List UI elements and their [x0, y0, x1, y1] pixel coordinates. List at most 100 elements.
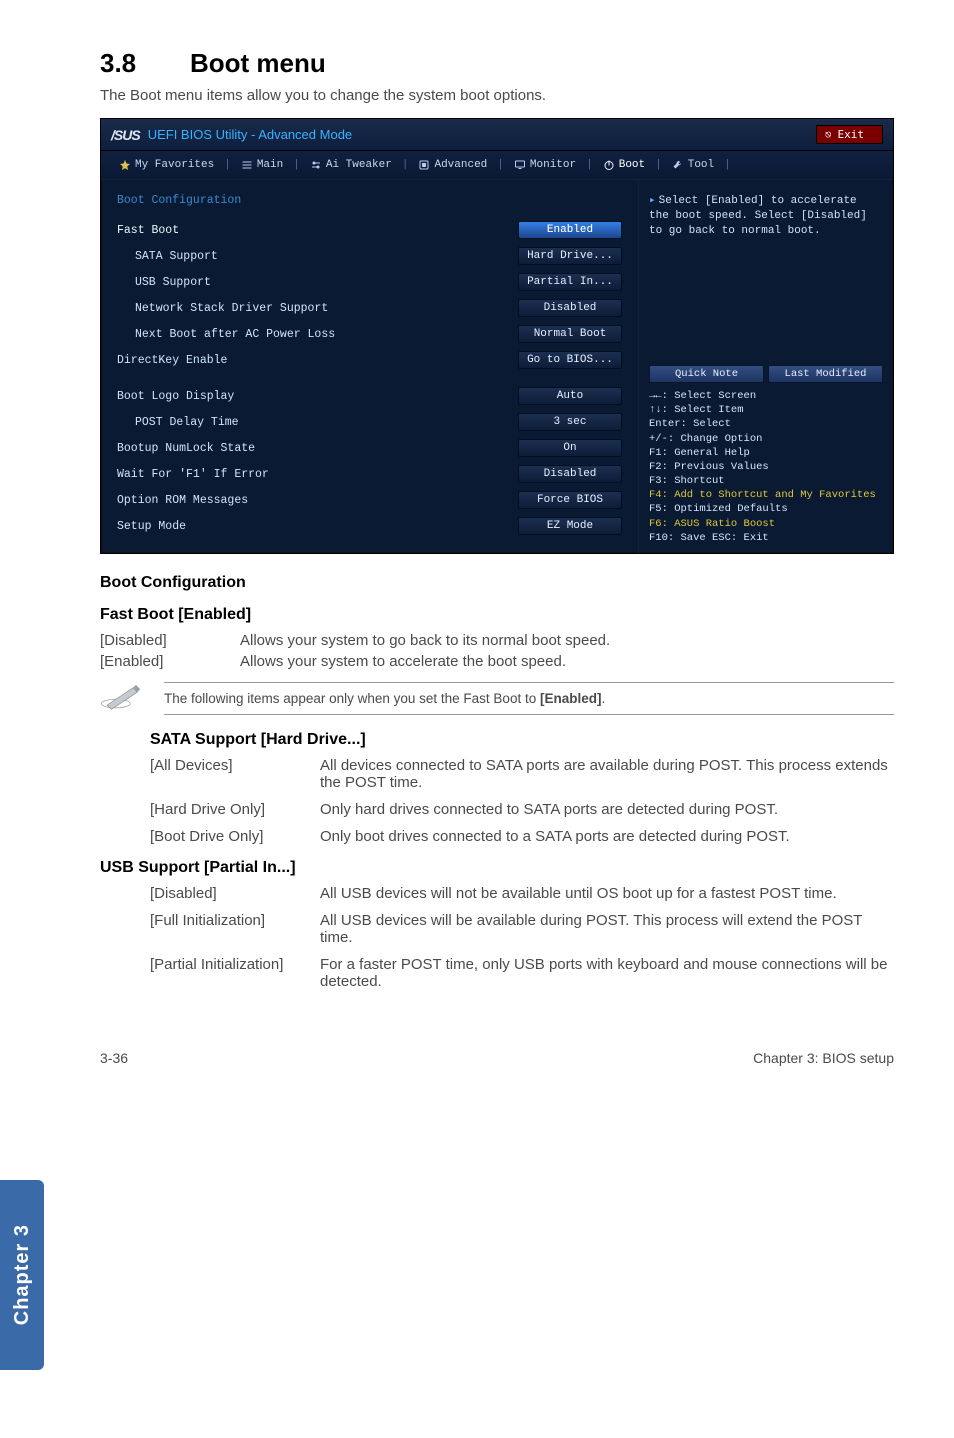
row-label: Setup Mode [117, 520, 186, 533]
tab-tool[interactable]: Tool [666, 157, 720, 173]
row-usb-support[interactable]: USB Support Partial In... [117, 269, 622, 295]
row-directkey[interactable]: DirectKey Enable Go to BIOS... [117, 347, 622, 373]
usb-partial-line: [Partial Initialization] For a faster PO… [150, 956, 894, 990]
option-key: [All Devices] [150, 757, 320, 791]
tool-icon [672, 159, 684, 171]
row-fast-boot[interactable]: Fast Boot Enabled [117, 217, 622, 243]
row-next-boot[interactable]: Next Boot after AC Power Loss Normal Boo… [117, 321, 622, 347]
note-text-part: The following items appear only when you… [164, 691, 540, 706]
fast-boot-heading: Fast Boot [Enabled] [100, 606, 894, 624]
advanced-icon [418, 159, 430, 171]
note-pencil-icon [100, 682, 146, 714]
option-desc: Allows your system to go back to its nor… [240, 632, 610, 649]
row-wait-f1[interactable]: Wait For 'F1' If Error Disabled [117, 461, 622, 487]
bios-titlebar: /SUS UEFI BIOS Utility - Advanced Mode ⎋… [101, 119, 893, 151]
monitor-icon [514, 159, 526, 171]
chapter-side-tab: Chapter 3 [0, 1180, 44, 1370]
tab-advanced[interactable]: Advanced [412, 157, 493, 173]
help-line: F5: Optimized Defaults [649, 502, 883, 516]
tab-label: Boot [619, 159, 645, 171]
tab-ai-tweaker[interactable]: Ai Tweaker [304, 157, 398, 173]
tab-label: Monitor [530, 159, 576, 171]
list-icon [241, 159, 253, 171]
usb-full-line: [Full Initialization] All USB devices wi… [150, 912, 894, 946]
row-value[interactable]: Partial In... [518, 273, 622, 291]
sata-hd-line: [Hard Drive Only] Only hard drives conne… [150, 801, 894, 818]
last-modified-button[interactable]: Last Modified [768, 365, 883, 383]
chapter-side-label: Chapter 3 [11, 1224, 34, 1325]
quick-note-button[interactable]: Quick Note [649, 365, 764, 383]
exit-label: Exit [838, 128, 865, 141]
row-network-stack[interactable]: Network Stack Driver Support Disabled [117, 295, 622, 321]
boot-configuration-heading: Boot Configuration [100, 574, 894, 592]
section-number: 3.8 [100, 48, 190, 79]
option-key: [Partial Initialization] [150, 956, 320, 990]
tab-monitor[interactable]: Monitor [508, 157, 582, 173]
tab-boot[interactable]: Boot [597, 157, 651, 173]
row-numlock[interactable]: Bootup NumLock State On [117, 435, 622, 461]
row-label: DirectKey Enable [117, 354, 227, 367]
note-row: The following items appear only when you… [100, 682, 894, 715]
row-value[interactable]: Normal Boot [518, 325, 622, 343]
row-option-rom[interactable]: Option ROM Messages Force BIOS [117, 487, 622, 513]
tab-label: Ai Tweaker [326, 159, 392, 171]
fb-disabled-line: [Disabled] Allows your system to go back… [100, 632, 894, 649]
option-key: [Disabled] [150, 885, 320, 902]
row-value[interactable]: Hard Drive... [518, 247, 622, 265]
sata-support-heading: SATA Support [Hard Drive...] [150, 731, 894, 749]
bios-title-group: /SUS UEFI BIOS Utility - Advanced Mode [111, 127, 352, 143]
bios-tabs: My Favorites | Main | Ai Tweaker | Advan… [101, 151, 893, 180]
help-line: F10: Save ESC: Exit [649, 531, 883, 545]
row-sata-support[interactable]: SATA Support Hard Drive... [117, 243, 622, 269]
row-setup-mode[interactable]: Setup Mode EZ Mode [117, 513, 622, 539]
help-line: F6: ASUS Ratio Boost [649, 517, 883, 531]
bios-utility-title: UEFI BIOS Utility - Advanced Mode [148, 127, 352, 142]
group-title: Boot Configuration [117, 194, 622, 207]
section-heading: 3.8Boot menu [100, 48, 894, 79]
row-label: POST Delay Time [135, 416, 239, 429]
bullet-icon: ▸ [649, 195, 656, 207]
row-post-delay[interactable]: POST Delay Time 3 sec [117, 409, 622, 435]
row-value[interactable]: On [518, 439, 622, 457]
help-line: F1: General Help [649, 446, 883, 460]
bios-screenshot: /SUS UEFI BIOS Utility - Advanced Mode ⎋… [100, 118, 894, 554]
help-line: F2: Previous Values [649, 460, 883, 474]
row-value[interactable]: Disabled [518, 465, 622, 483]
row-label: USB Support [135, 276, 211, 289]
help-line: Enter: Select [649, 417, 883, 431]
option-key: [Enabled] [100, 653, 240, 670]
help-line: →←: Select Screen [649, 389, 883, 403]
row-boot-logo[interactable]: Boot Logo Display Auto [117, 383, 622, 409]
row-value[interactable]: Go to BIOS... [518, 351, 622, 369]
section-title-text: Boot menu [190, 48, 326, 78]
row-label: Boot Logo Display [117, 390, 234, 403]
row-value[interactable]: Auto [518, 387, 622, 405]
row-label: Bootup NumLock State [117, 442, 255, 455]
row-label: Network Stack Driver Support [135, 302, 328, 315]
bios-left-pane: Boot Configuration Fast Boot Enabled SAT… [101, 180, 638, 553]
intro-text: The Boot menu items allow you to change … [100, 87, 894, 104]
tab-my-favorites[interactable]: My Favorites [113, 157, 220, 173]
exit-button[interactable]: ⎋ Exit [816, 125, 883, 144]
option-key: [Full Initialization] [150, 912, 320, 946]
row-value[interactable]: Disabled [518, 299, 622, 317]
option-key: [Boot Drive Only] [150, 828, 320, 845]
option-description-text: Select [Enabled] to accelerate the boot … [649, 195, 867, 237]
option-desc: All USB devices will be available during… [320, 912, 894, 946]
tweaker-icon [310, 159, 322, 171]
option-desc: Only hard drives connected to SATA ports… [320, 801, 894, 818]
row-value[interactable]: EZ Mode [518, 517, 622, 535]
row-value[interactable]: Force BIOS [518, 491, 622, 509]
fb-enabled-line: [Enabled] Allows your system to accelera… [100, 653, 894, 670]
asus-logo: /SUS [111, 127, 140, 143]
usb-disabled-line: [Disabled] All USB devices will not be a… [150, 885, 894, 902]
usb-support-heading: USB Support [Partial In...] [100, 859, 894, 877]
tab-label: Tool [688, 159, 714, 171]
row-value[interactable]: 3 sec [518, 413, 622, 431]
tab-main[interactable]: Main [235, 157, 289, 173]
row-value[interactable]: Enabled [518, 221, 622, 239]
option-desc: All devices connected to SATA ports are … [320, 757, 894, 791]
help-line: ↑↓: Select Item [649, 403, 883, 417]
tab-label: My Favorites [135, 159, 214, 171]
row-label: Wait For 'F1' If Error [117, 468, 269, 481]
